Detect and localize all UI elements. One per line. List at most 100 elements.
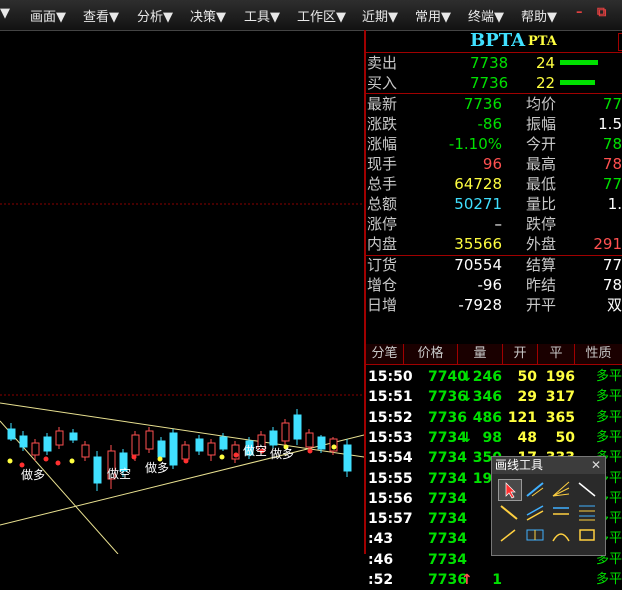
candle-body (293, 414, 302, 440)
bid-volume: 22 (536, 74, 556, 92)
stat-value: 50271 (454, 195, 502, 213)
candle-body (145, 430, 154, 450)
tick-header-time[interactable]: 分笔 (366, 344, 404, 364)
tick-time: :43 (368, 531, 394, 548)
tick-time: 15:57 (368, 511, 413, 528)
stat-value: -96 (477, 276, 503, 294)
tick-price: 7734 (428, 551, 467, 568)
bid-row[interactable]: 买入 7736 22 (366, 73, 622, 93)
menu-item-common[interactable]: 常用▼ (415, 6, 451, 25)
menu-item-workspace[interactable]: 工作区▼ (297, 6, 346, 25)
menu-item-recent[interactable]: 近期▼ (362, 6, 398, 25)
tick-header-type[interactable]: 性质 (575, 344, 622, 364)
tick-volume: 346 (472, 389, 502, 406)
ray-tool-icon[interactable] (576, 479, 598, 499)
minimize-icon[interactable]: – (576, 5, 583, 20)
ask-label: 卖出 (367, 54, 398, 72)
stat-label: 涨幅 (367, 135, 398, 153)
candle-body (219, 436, 228, 450)
bid-label: 买入 (367, 74, 398, 92)
cursor-tool-icon[interactable] (498, 479, 522, 501)
signal-dot (69, 458, 75, 464)
candle-body (69, 432, 78, 441)
tick-time: 15:52 (368, 409, 413, 426)
gann-tool-icon[interactable] (550, 525, 572, 545)
symbol-name: PTA (528, 34, 557, 49)
tick-price: 7734 (428, 470, 467, 487)
tick-row[interactable]: 15:53 7734 ↓ 98 48 50 多平 (366, 428, 622, 448)
tick-time: 15:50 (368, 369, 413, 385)
tick-row[interactable]: 15:52 7736 486 121 365 多平 (366, 408, 622, 428)
tick-open: 50 (517, 369, 537, 385)
stat-value: 78 (602, 276, 622, 294)
ask-row[interactable]: 卖出 7738 24 (366, 53, 622, 73)
stat-value: 77 (602, 256, 622, 274)
candle-body (31, 442, 40, 456)
candle-body (55, 430, 64, 446)
stat-label: 开平 (526, 296, 557, 314)
stat-label: 总额 (367, 195, 398, 213)
signal-label-short: 做空 (107, 466, 131, 481)
fibonacci-tool-icon[interactable] (576, 502, 598, 522)
menu-item-decision[interactable]: 决策▼ (190, 6, 226, 25)
tick-header-open[interactable]: 开 (503, 344, 538, 364)
stat-value: 1. (607, 195, 622, 213)
tick-price: 7734 (428, 531, 467, 548)
menu-item-terminal[interactable]: 终端▼ (468, 6, 504, 25)
tick-volume: 98 (482, 429, 502, 446)
tick-type: 多平 (596, 572, 622, 587)
diagonal-tool-icon[interactable] (498, 502, 520, 522)
tick-header-close[interactable]: 平 (538, 344, 575, 364)
tick-type: 多平 (596, 369, 622, 384)
stat-value: 7736 (463, 95, 502, 113)
tick-type: 多平 (596, 429, 622, 445)
restore-icon[interactable]: ⧉ (597, 5, 606, 20)
menu-item-help[interactable]: 帮助▼ (521, 6, 557, 25)
parallel-tool-icon[interactable] (550, 502, 572, 522)
candle-body (281, 422, 290, 442)
signal-label-short: 做空 (243, 443, 267, 458)
stat-value: 双 (606, 296, 622, 314)
fan-tool-icon[interactable] (550, 479, 572, 499)
arrow-tool-icon[interactable] (498, 525, 520, 545)
drawing-tools-title[interactable]: 画线工具 (492, 457, 605, 474)
tick-volume: 246 (472, 369, 502, 385)
rectangle-tool-icon[interactable] (576, 525, 598, 545)
tick-open: 29 (517, 389, 537, 406)
menu-item-view[interactable]: 查看▼ (83, 6, 119, 25)
tick-type: 多平 (596, 409, 622, 425)
tick-header-volume[interactable]: 量 (458, 344, 503, 364)
tick-close: 365 (545, 409, 575, 426)
stat-label: 振幅 (526, 115, 557, 133)
tick-row[interactable]: 15:51 7736 ↓ 346 29 317 多平 (366, 387, 622, 407)
quote-stat-row: 订货 70554 结算 77 (366, 255, 622, 275)
line-tool-icon[interactable] (524, 479, 546, 499)
candle-body (131, 434, 140, 456)
tick-header-price[interactable]: 价格 (404, 344, 458, 364)
stat-value: 64728 (454, 175, 502, 193)
ask-price: 7738 (470, 54, 509, 72)
menu-item-screen[interactable]: 画面▼ (30, 6, 66, 25)
menu-leading-arrow[interactable]: ▼ (0, 6, 10, 21)
candlestick-chart[interactable]: 做多 做空 做多 做空 做多 (0, 31, 364, 554)
close-icon[interactable]: ✕ (591, 457, 601, 474)
tick-row[interactable]: :52 7736 ↑ 1 多平 (366, 570, 622, 590)
tick-volume: 1 (492, 572, 502, 588)
candle-body (157, 440, 166, 458)
ask-volume: 24 (536, 54, 556, 72)
menu-item-tools[interactable]: 工具▼ (244, 6, 280, 25)
tick-time: 15:54 (368, 450, 413, 467)
tick-price: 7734 (428, 490, 467, 507)
tick-close: 50 (555, 429, 575, 446)
channel-tool-icon[interactable] (524, 502, 546, 522)
stat-value: 78 (602, 135, 622, 153)
menu-item-analysis[interactable]: 分析▼ (137, 6, 173, 25)
tick-volume: 486 (472, 409, 502, 426)
cycle-tool-icon[interactable] (524, 525, 546, 545)
quote-stat-row: 总额 50271 量比 1. (366, 194, 622, 214)
stat-value: 78 (602, 155, 622, 173)
tick-row[interactable]: 15:50 7740 ↓ 246 50 196 多平 (366, 367, 622, 387)
panel-edge (618, 33, 622, 51)
tick-close: 196 (545, 369, 575, 385)
symbol-code: BPTA (470, 30, 526, 51)
